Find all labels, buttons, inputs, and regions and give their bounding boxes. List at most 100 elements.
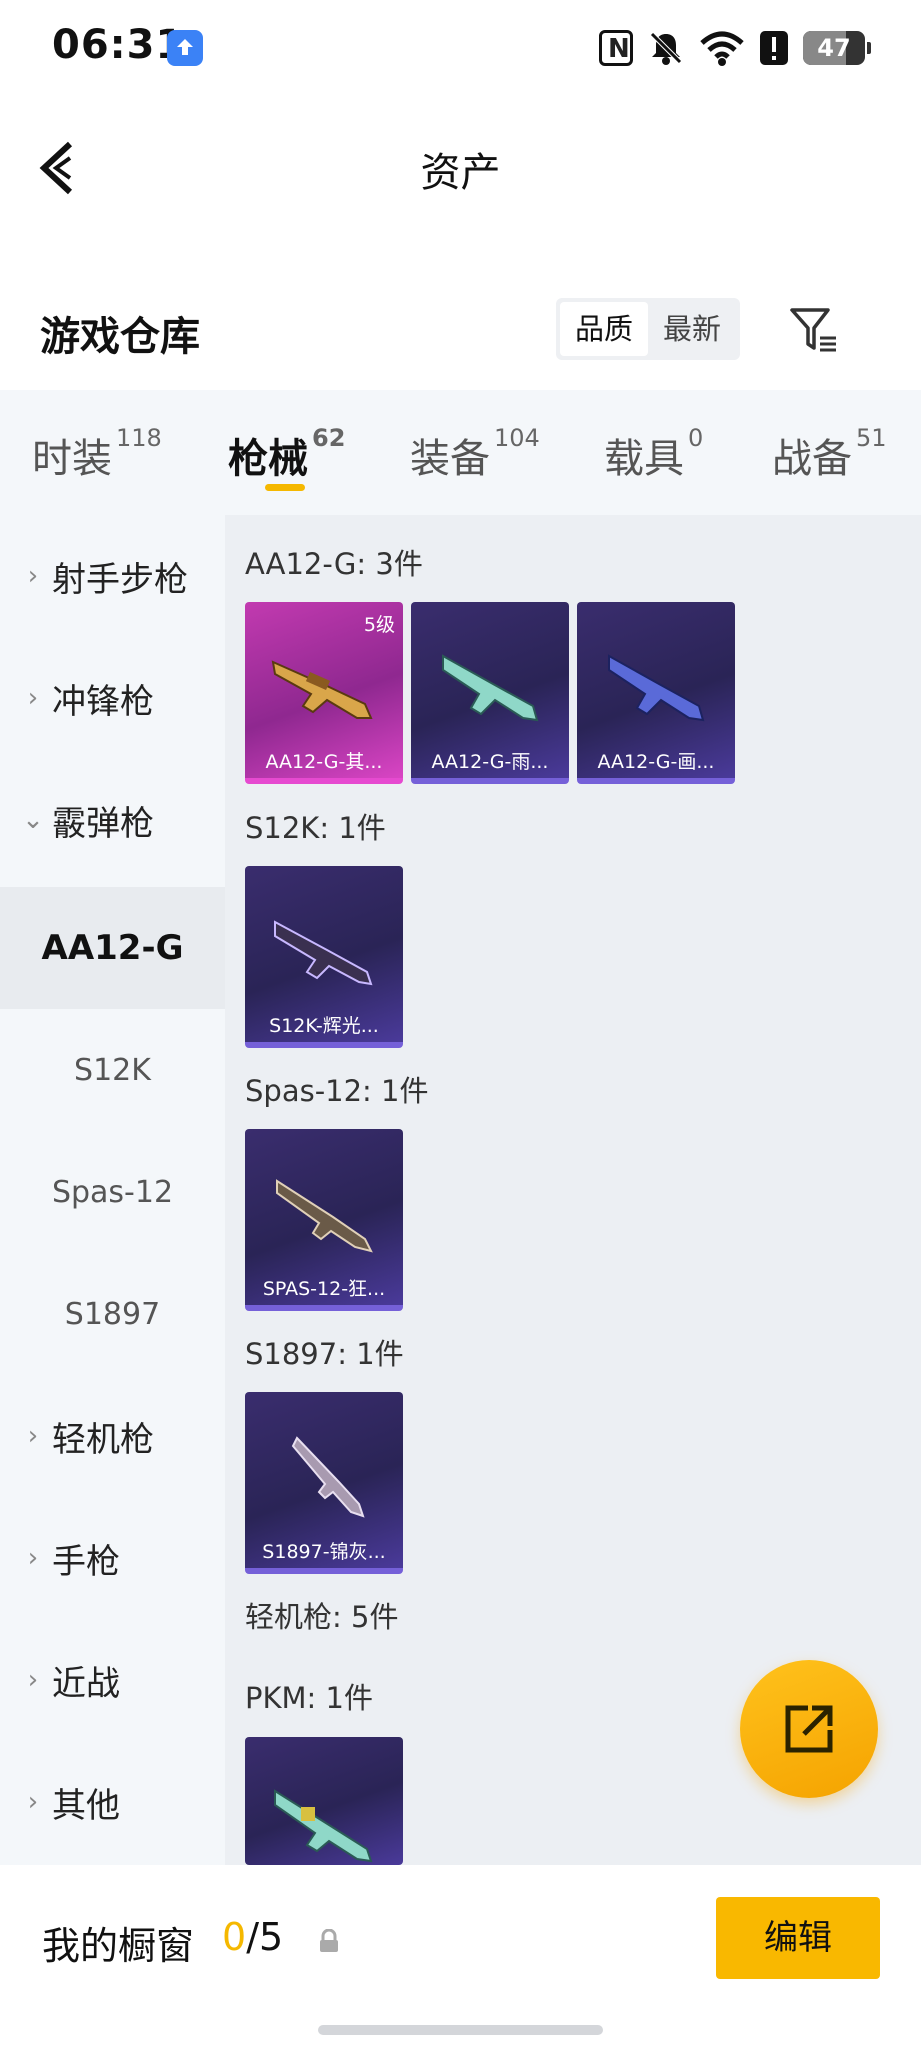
sidebar-item-label: 霰弹枪 [52, 803, 154, 844]
item-card[interactable]: AA12-G-雨... [411, 602, 569, 784]
nfc-icon [599, 30, 633, 66]
item-name: AA12-G-画... [597, 751, 715, 773]
status-icons: 47 [599, 28, 871, 68]
sidebar-item-smg[interactable]: › 冲锋枪 [0, 637, 225, 759]
shotgun-skin-icon [442, 654, 539, 722]
tab-fashion[interactable]: 时装 118 [32, 424, 162, 484]
item-card[interactable]: 5级 AA12-G-其... [245, 602, 403, 784]
shotgun-skin-icon [291, 1436, 365, 1518]
showcase-current: 0 [222, 1915, 247, 1959]
chevron-right-icon: › [27, 1421, 39, 1451]
tab-vehicles[interactable]: 载具 0 [604, 424, 704, 484]
item-card[interactable]: S1897-锦灰... [245, 1392, 403, 1574]
group-label: PKM: 1件 [245, 1681, 373, 1715]
item-level: 5级 [363, 614, 395, 636]
item-card[interactable]: AA12-G-画... [577, 602, 735, 784]
sidebar-item-label: 近战 [52, 1663, 120, 1704]
mute-bell-icon [650, 32, 682, 65]
shotgun-skin-icon [274, 920, 373, 986]
sidebar-item-label: 冲锋枪 [52, 681, 154, 722]
item-card[interactable]: SPAS-12-狂... [245, 1129, 403, 1311]
tab-firearms[interactable]: 枪械 62 [228, 424, 346, 484]
sidebar-item-label: S1897 [64, 1296, 161, 1332]
item-card[interactable] [245, 1737, 403, 1865]
sidebar-item-other[interactable]: › 其他 [0, 1741, 225, 1863]
tab-label: 枪械 [228, 436, 308, 482]
tab-count: 0 [688, 424, 704, 452]
showcase-label: 我的橱窗 [42, 1924, 195, 1968]
group-label: AA12-G: 3件 [245, 547, 423, 581]
filter-button[interactable] [788, 304, 840, 356]
item-name: AA12-G-其... [265, 751, 383, 773]
item-name: AA12-G-雨... [431, 751, 549, 773]
chevron-right-icon: › [27, 561, 39, 591]
chevron-right-icon: › [27, 683, 39, 713]
status-time: 06:31 [52, 22, 185, 68]
tab-label: 载具 [604, 436, 684, 482]
active-tab-indicator [265, 484, 305, 491]
showcase-count: 0/5 [222, 1915, 283, 1959]
section-title: 游戏仓库 [40, 314, 200, 360]
alert-icon [760, 31, 788, 65]
filter-icon [790, 308, 836, 352]
group-label: 轻机枪: 5件 [245, 1600, 399, 1634]
sidebar-item-label: 射手步枪 [52, 559, 188, 600]
shotgun-skin-icon [271, 660, 373, 719]
battery-level: 47 [817, 34, 851, 62]
tab-gear[interactable]: 装备 104 [410, 424, 540, 484]
shotgun-skin-icon [608, 654, 705, 722]
machine-gun-skin-icon [274, 1789, 373, 1863]
edit-button[interactable]: 编辑 [716, 1897, 880, 1979]
tab-count: 62 [312, 424, 346, 452]
chevron-down-icon: ⌄ [22, 805, 44, 835]
sidebar-subitem-aa12g[interactable]: AA12-G [0, 887, 225, 1009]
sidebar-item-label: 其他 [52, 1785, 120, 1826]
sort-toggle: 品质 最新 [556, 298, 740, 360]
item-card[interactable]: S12K-辉光... [245, 866, 403, 1048]
tab-supplies[interactable]: 战备 51 [772, 424, 887, 484]
sidebar-subitem-s1897[interactable]: S1897 [0, 1253, 225, 1375]
sidebar-item-pistol[interactable]: › 手枪 [0, 1497, 225, 1619]
sidebar-item-label: 轻机枪 [52, 1419, 154, 1460]
share-icon [785, 1705, 833, 1753]
tab-label: 时装 [32, 436, 112, 482]
sidebar-item-melee[interactable]: › 近战 [0, 1619, 225, 1741]
sidebar-item-lmg[interactable]: › 轻机枪 [0, 1375, 225, 1497]
page-title: 资产 [420, 150, 501, 196]
upload-notification-icon [167, 30, 203, 66]
chevron-right-icon: › [27, 1787, 39, 1817]
tab-count: 104 [494, 424, 540, 452]
sidebar-item-marksman-rifle[interactable]: › 射手步枪 [0, 515, 225, 637]
weapon-category-sidebar: › 射手步枪 › 冲锋枪 ⌄ 霰弹枪 AA12-G S12K Spas-12 S189… [0, 515, 225, 1865]
sidebar-item-label: 手枪 [52, 1541, 120, 1582]
tab-label: 战备 [772, 436, 852, 482]
sidebar-item-label: S12K [74, 1052, 151, 1088]
sidebar-subitem-spas12[interactable]: Spas-12 [0, 1131, 225, 1253]
sidebar-subitem-s12k[interactable]: S12K [0, 1009, 225, 1131]
chevron-right-icon: › [27, 1665, 39, 1695]
sidebar-item-label: AA12-G [41, 928, 184, 968]
status-bar: 06:31 47 [0, 0, 921, 95]
battery-icon: 47 [803, 31, 871, 65]
sort-by-newest[interactable]: 最新 [648, 302, 736, 356]
item-name: S1897-锦灰... [262, 1541, 386, 1563]
tab-count: 118 [116, 424, 162, 452]
lock-icon [320, 1929, 338, 1952]
warehouse-header: 游戏仓库 品质 最新 [0, 290, 921, 370]
chevron-right-icon: › [27, 1543, 39, 1573]
showcase-total: /5 [246, 1915, 284, 1959]
sidebar-item-shotgun[interactable]: ⌄ 霰弹枪 [0, 759, 225, 881]
tab-count: 51 [856, 424, 887, 452]
category-tabs: 时装 118 枪械 62 装备 104 载具 0 战备 51 [0, 390, 921, 515]
item-name: S12K-辉光... [269, 1015, 379, 1037]
item-name: SPAS-12-狂... [262, 1278, 386, 1300]
home-indicator[interactable] [318, 2025, 603, 2035]
group-label: Spas-12: 1件 [245, 1074, 429, 1108]
page-header: 资产 [0, 110, 921, 220]
sidebar-item-label: Spas-12 [51, 1174, 174, 1210]
tab-label: 装备 [410, 436, 490, 482]
showcase-bar: 我的橱窗 0/5 编辑 [0, 1865, 921, 2050]
share-button[interactable] [740, 1660, 878, 1798]
sort-by-quality[interactable]: 品质 [560, 302, 648, 356]
group-label: S12K: 1件 [245, 811, 386, 845]
